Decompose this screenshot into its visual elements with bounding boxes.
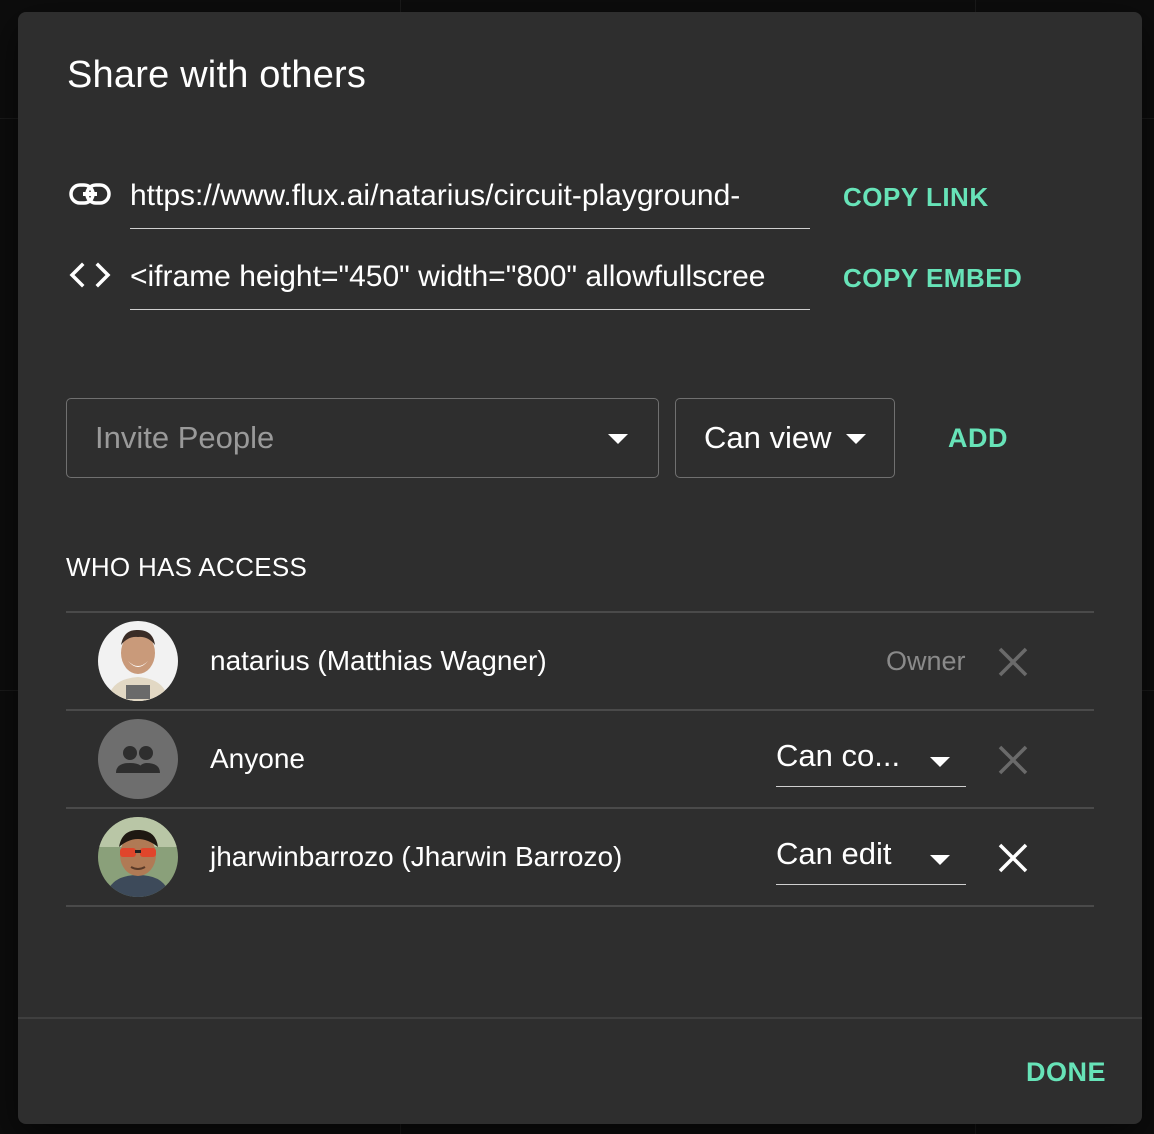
user-name: natarius (Matthias Wagner) bbox=[210, 644, 547, 676]
chevron-down-icon bbox=[930, 854, 950, 865]
done-button[interactable]: DONE bbox=[1026, 1050, 1106, 1094]
remove-user-button bbox=[996, 645, 1030, 679]
chevron-down-icon bbox=[930, 756, 950, 767]
code-icon bbox=[68, 258, 112, 292]
chevron-down-icon bbox=[608, 434, 628, 444]
share-embed-row: <iframe height="450" width="800" allowfu… bbox=[18, 248, 1142, 310]
role-select[interactable]: Can co... bbox=[776, 729, 966, 787]
copy-link-button[interactable]: COPY LINK bbox=[843, 175, 989, 219]
close-icon bbox=[998, 647, 1028, 676]
access-row-editor: jharwinbarrozo (Jharwin Barrozo) Can edi… bbox=[66, 809, 1094, 906]
invite-permission-select[interactable]: Can view bbox=[675, 398, 895, 478]
owner-role-label: Owner bbox=[886, 645, 966, 676]
add-button[interactable]: ADD bbox=[948, 416, 1008, 460]
role-select[interactable]: Can edit bbox=[776, 827, 966, 885]
avatar bbox=[98, 816, 178, 897]
invite-permission-value: Can view bbox=[704, 420, 832, 455]
user-name: jharwinbarrozo (Jharwin Barrozo) bbox=[210, 840, 623, 872]
share-link-row: https://www.flux.ai/natarius/circuit-pla… bbox=[18, 167, 1142, 229]
share-link-value: https://www.flux.ai/natarius/circuit-pla… bbox=[130, 179, 741, 212]
share-embed-field[interactable]: <iframe height="450" width="800" allowfu… bbox=[130, 248, 810, 310]
role-value: Can co... bbox=[776, 737, 901, 773]
copy-embed-button[interactable]: COPY EMBED bbox=[843, 256, 1022, 300]
close-icon bbox=[998, 843, 1028, 872]
share-embed-value: <iframe height="450" width="800" allowfu… bbox=[130, 260, 766, 293]
avatar bbox=[98, 718, 178, 799]
share-link-field[interactable]: https://www.flux.ai/natarius/circuit-pla… bbox=[130, 167, 810, 229]
avatar bbox=[98, 620, 178, 701]
remove-user-button bbox=[996, 743, 1030, 777]
role-value: Can edit bbox=[776, 835, 892, 871]
link-icon bbox=[68, 177, 112, 211]
share-dialog: Share with others https://www.flux.ai/na… bbox=[18, 12, 1142, 1124]
invite-people-placeholder: Invite People bbox=[95, 420, 275, 455]
close-icon bbox=[998, 745, 1028, 774]
who-has-access-heading: WHO HAS ACCESS bbox=[66, 552, 308, 582]
access-row-owner: natarius (Matthias Wagner) Owner bbox=[66, 613, 1094, 710]
remove-user-button[interactable] bbox=[996, 841, 1030, 875]
access-row-anyone: Anyone Can co... bbox=[66, 711, 1094, 808]
invite-people-select[interactable]: Invite People bbox=[66, 398, 659, 478]
access-list: natarius (Matthias Wagner) Owner Anyone … bbox=[66, 611, 1094, 907]
user-name: Anyone bbox=[210, 742, 305, 774]
divider bbox=[66, 905, 1094, 907]
chevron-down-icon bbox=[846, 434, 866, 444]
footer-divider bbox=[18, 1017, 1142, 1019]
dialog-title: Share with others bbox=[67, 54, 367, 96]
